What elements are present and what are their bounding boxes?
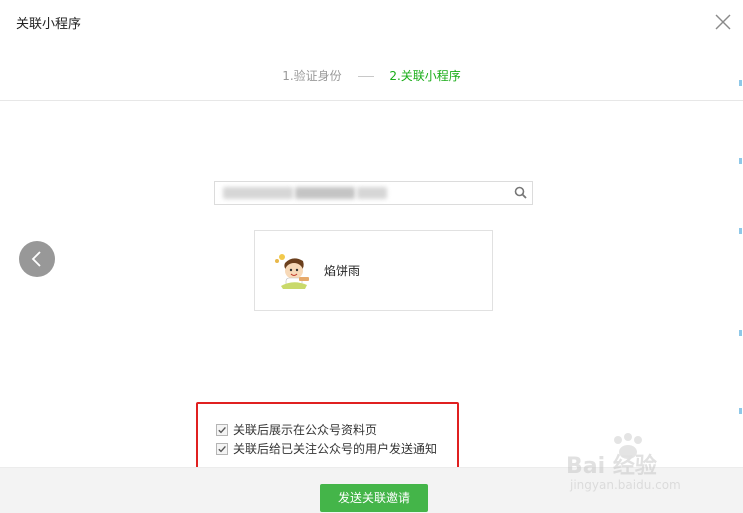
header-divider bbox=[0, 100, 743, 101]
miniprogram-result-card[interactable]: 焰饼雨 bbox=[254, 230, 493, 311]
option-show-on-profile[interactable]: 关联后展示在公众号资料页 bbox=[216, 421, 377, 438]
search-icon[interactable] bbox=[513, 185, 529, 201]
watermark-text: Bai 经验 bbox=[566, 454, 657, 479]
step-separator bbox=[357, 76, 374, 77]
option-label: 关联后给已关注公众号的用户发送通知 bbox=[233, 442, 438, 456]
baidu-jingyan-watermark: Bai 经验 jingyan.baidu.com bbox=[566, 432, 706, 494]
associate-miniprogram-dialog: 关联小程序 1.验证身份 2.关联小程序 焰饼雨 关联后展示在公众号资料页 关联… bbox=[0, 0, 743, 513]
option-notify-followers[interactable]: 关联后给已关注公众号的用户发送通知 bbox=[216, 440, 437, 457]
miniprogram-name: 焰饼雨 bbox=[324, 264, 361, 278]
search-box bbox=[214, 181, 533, 205]
step-verify-identity: 1.验证身份 bbox=[282, 69, 342, 83]
checkbox-notify-followers[interactable] bbox=[216, 442, 228, 455]
dialog-title: 关联小程序 bbox=[16, 17, 82, 32]
checkmark-icon bbox=[218, 445, 226, 452]
blurred-query-text bbox=[223, 187, 293, 199]
blurred-query-text bbox=[357, 187, 387, 199]
option-label: 关联后展示在公众号资料页 bbox=[233, 423, 378, 437]
checkmark-icon bbox=[218, 426, 226, 433]
step-associate-miniprogram: 2.关联小程序 bbox=[389, 69, 461, 83]
close-icon[interactable] bbox=[713, 12, 733, 32]
blurred-query-text bbox=[295, 187, 355, 199]
edge-mark bbox=[739, 158, 742, 164]
chevron-left-icon bbox=[31, 251, 41, 267]
edge-mark bbox=[739, 80, 742, 86]
cartoon-boy-avatar-icon bbox=[271, 249, 315, 293]
watermark-subtext: jingyan.baidu.com bbox=[570, 478, 681, 492]
send-invitation-button[interactable]: 发送关联邀请 bbox=[320, 484, 428, 512]
step-indicator: 1.验证身份 2.关联小程序 bbox=[0, 67, 743, 84]
edge-mark bbox=[739, 228, 742, 234]
edge-mark bbox=[739, 330, 742, 336]
previous-arrow-button[interactable] bbox=[19, 241, 55, 277]
edge-scrollbar-marks bbox=[739, 0, 743, 513]
association-options-highlight: 关联后展示在公众号资料页 关联后给已关注公众号的用户发送通知 bbox=[196, 402, 459, 469]
edge-mark bbox=[739, 408, 742, 414]
checkbox-show-on-profile[interactable] bbox=[216, 423, 228, 436]
